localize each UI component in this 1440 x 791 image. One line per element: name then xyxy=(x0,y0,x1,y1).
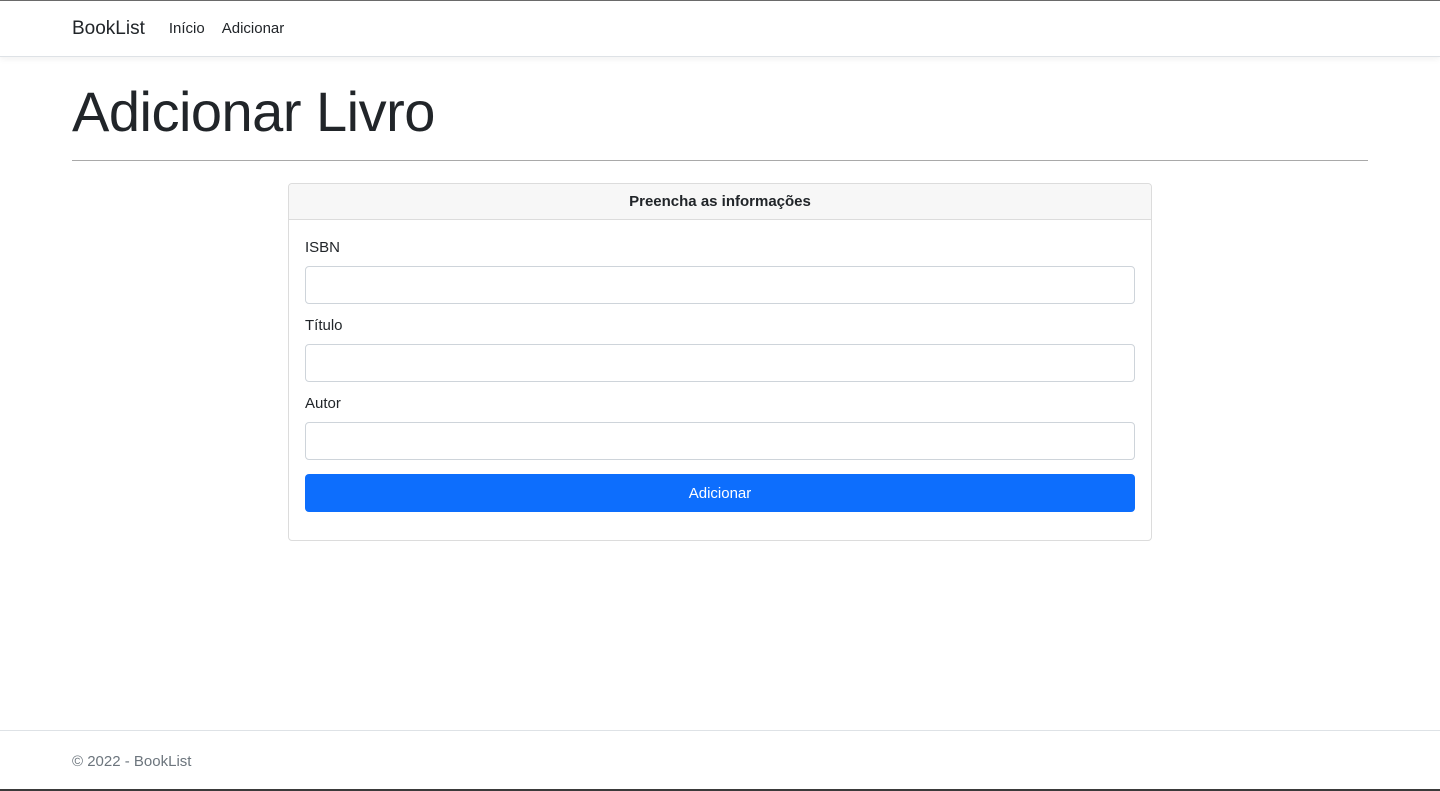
isbn-label: ISBN xyxy=(305,239,341,256)
add-book-form: ISBN Título Autor Adicionar xyxy=(289,220,1151,512)
autor-input[interactable] xyxy=(305,422,1135,460)
titulo-input[interactable] xyxy=(305,344,1135,382)
navbar-brand[interactable]: BookList xyxy=(72,18,145,40)
add-book-card: Preencha as informações ISBN Título Auto… xyxy=(288,183,1152,541)
footer-copyright: © 2022 - BookList xyxy=(72,753,192,770)
page: BookList Início Adicionar Adicionar Livr… xyxy=(0,0,1440,791)
navbar: BookList Início Adicionar xyxy=(0,1,1440,57)
nav-link-inicio[interactable]: Início xyxy=(169,20,205,37)
footer: © 2022 - BookList xyxy=(0,730,1440,791)
nav-link-adicionar[interactable]: Adicionar xyxy=(222,20,285,37)
titulo-label: Título xyxy=(305,317,343,334)
autor-label: Autor xyxy=(305,395,341,412)
title-divider xyxy=(72,160,1368,161)
main-content: Adicionar Livro xyxy=(0,57,1440,161)
card-header: Preencha as informações xyxy=(289,184,1151,220)
page-title: Adicionar Livro xyxy=(72,80,435,143)
adicionar-button[interactable]: Adicionar xyxy=(305,474,1135,512)
isbn-input[interactable] xyxy=(305,266,1135,304)
